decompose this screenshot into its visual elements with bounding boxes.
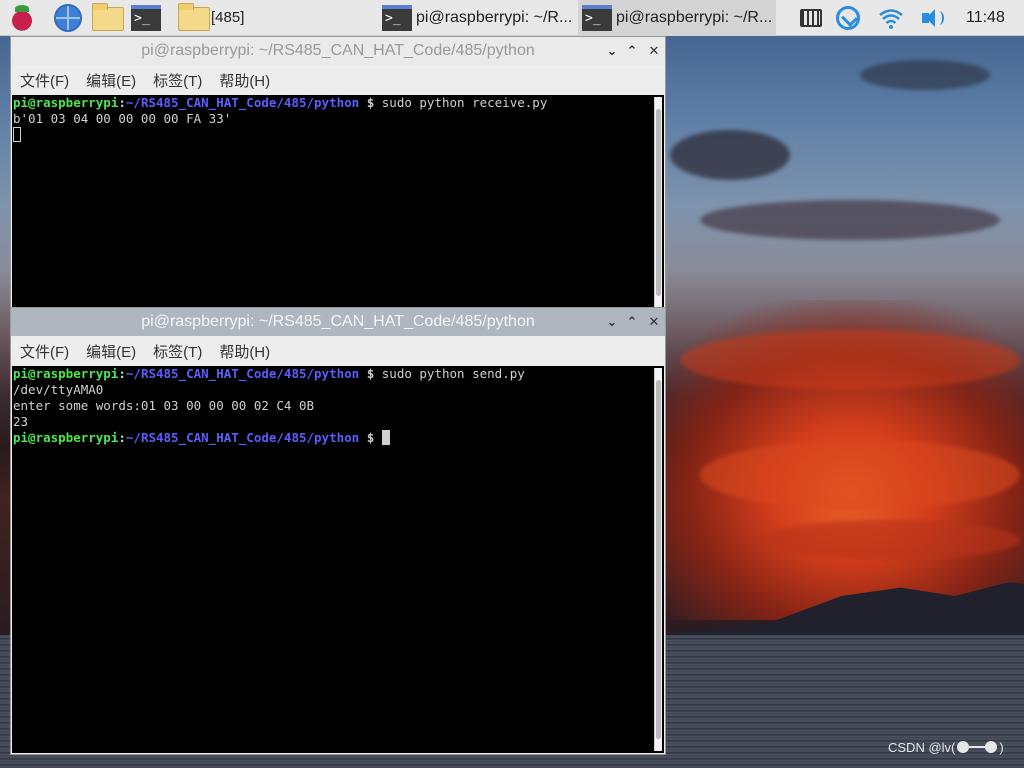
terminal-window-send[interactable]: pi@raspberrypi: ~/RS485_CAN_HAT_Code/485… — [10, 307, 666, 755]
terminal-icon: >_ — [382, 5, 412, 31]
volume-icon[interactable] — [920, 6, 944, 30]
taskbar: >_ [485] >_ pi@raspberrypi: ~/R... >_ pi… — [0, 0, 1024, 36]
maximize-button[interactable]: ⌃ — [621, 308, 643, 336]
menu-edit[interactable]: 编辑(E) — [86, 341, 136, 362]
scrollbar[interactable] — [654, 368, 662, 751]
window-title: pi@raspberrypi: ~/RS485_CAN_HAT_Code/485… — [141, 42, 535, 59]
toggle-icon — [955, 740, 999, 754]
download-icon[interactable] — [836, 6, 860, 30]
output-line: enter some words:01 03 00 00 00 02 C4 0B — [13, 398, 315, 413]
clock[interactable]: 11:48 — [966, 9, 1005, 27]
prompt-line: pi@raspberrypi:~/RS485_CAN_HAT_Code/485/… — [13, 366, 525, 381]
minimize-button[interactable]: ⌄ — [601, 37, 623, 65]
minimize-button[interactable]: ⌄ — [601, 308, 623, 336]
scrollbar[interactable] — [654, 97, 662, 308]
task-label: pi@raspberrypi: ~/R... — [616, 9, 773, 26]
terminal-output[interactable]: pi@raspberrypi:~/RS485_CAN_HAT_Code/485/… — [12, 366, 664, 753]
scrollbar-thumb[interactable] — [656, 380, 661, 739]
terminal-cursor — [381, 430, 390, 445]
menubar: 文件(F) 编辑(E) 标签(T) 帮助(H) — [11, 65, 665, 95]
prompt-line: pi@raspberrypi:~/RS485_CAN_HAT_Code/485/… — [13, 95, 548, 110]
keyboard-icon[interactable] — [800, 9, 822, 27]
output-line: b'01 03 04 00 00 00 00 FA 33' — [13, 111, 232, 126]
terminal-cursor — [13, 127, 21, 142]
menu-file[interactable]: 文件(F) — [20, 341, 69, 362]
terminal-window-receive[interactable]: pi@raspberrypi: ~/RS485_CAN_HAT_Code/485… — [10, 36, 666, 311]
maximize-button[interactable]: ⌃ — [621, 37, 643, 65]
taskbar-terminal-button-1[interactable]: >_ pi@raspberrypi: ~/R... — [378, 0, 576, 36]
menu-file[interactable]: 文件(F) — [20, 70, 69, 91]
file-manager-icon[interactable] — [92, 3, 124, 31]
menu-help[interactable]: 帮助(H) — [219, 341, 270, 362]
close-button[interactable]: ✕ — [643, 308, 665, 336]
folder-icon[interactable] — [178, 3, 210, 31]
menu-tabs[interactable]: 标签(T) — [153, 70, 202, 91]
task-label: pi@raspberrypi: ~/R... — [416, 9, 573, 26]
watermark: CSDN @lv() — [888, 740, 1004, 755]
menu-tabs[interactable]: 标签(T) — [153, 341, 202, 362]
menubar: 文件(F) 编辑(E) 标签(T) 帮助(H) — [11, 336, 665, 366]
web-browser-icon[interactable] — [54, 4, 82, 32]
scrollbar-thumb[interactable] — [656, 109, 661, 296]
menu-edit[interactable]: 编辑(E) — [86, 70, 136, 91]
raspberry-pi-menu-icon[interactable] — [8, 4, 36, 32]
output-line: /dev/ttyAMA0 — [13, 382, 104, 397]
terminal-icon: >_ — [582, 5, 612, 31]
wifi-icon[interactable] — [878, 6, 903, 30]
terminal-launcher-icon[interactable]: >_ — [131, 5, 161, 31]
terminal-output[interactable]: pi@raspberrypi:~/RS485_CAN_HAT_Code/485/… — [12, 95, 664, 310]
folder-label[interactable]: [485] — [211, 9, 244, 26]
output-line: 23 — [13, 414, 29, 429]
menu-help[interactable]: 帮助(H) — [219, 70, 270, 91]
window-titlebar[interactable]: pi@raspberrypi: ~/RS485_CAN_HAT_Code/485… — [11, 308, 665, 336]
taskbar-terminal-button-2[interactable]: >_ pi@raspberrypi: ~/R... — [578, 0, 776, 36]
window-titlebar[interactable]: pi@raspberrypi: ~/RS485_CAN_HAT_Code/485… — [11, 37, 665, 65]
close-button[interactable]: ✕ — [643, 37, 665, 65]
prompt-line: pi@raspberrypi:~/RS485_CAN_HAT_Code/485/… — [13, 430, 650, 446]
window-title: pi@raspberrypi: ~/RS485_CAN_HAT_Code/485… — [141, 313, 535, 330]
